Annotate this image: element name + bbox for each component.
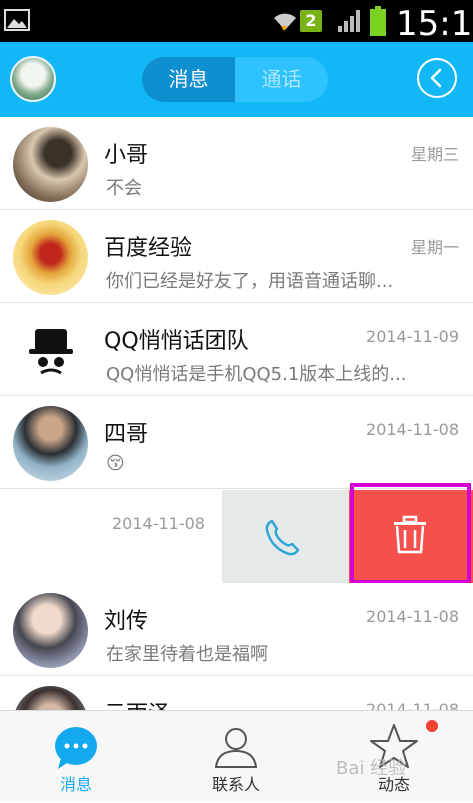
tab-calls[interactable]: 通话 [235,57,328,102]
message-time: 2014-11-08 [366,420,459,439]
notification-dot [426,720,438,732]
list-item[interactable]: 四哥 😚 2014-11-08 [0,396,473,489]
sim-badge: 2 [300,10,322,32]
tab-contacts[interactable]: 联系人 [188,711,284,803]
top-bar: 消息 通话 [0,42,473,117]
avatar [13,127,88,202]
avatar [13,313,88,388]
message-preview: QQ悄悄话是手机QQ5.1版本上线的... [106,364,407,385]
contact-name: 刘传 [104,609,149,634]
list-item[interactable]: QQ悄悄话团队 QQ悄悄话是手机QQ5.1版本上线的... 2014-11-09 [0,303,473,396]
tab-messages-bottom[interactable]: 消息 [28,711,124,803]
list-item[interactable]: 刘传 在家里待着也是福啊 2014-11-08 [0,583,473,676]
message-time: 2014-11-08 [112,514,205,533]
list-item[interactable]: 小哥 不会 星期三 [0,117,473,210]
message-preview: 在家里待着也是福啊 [106,644,268,665]
signal-icon [338,10,360,32]
call-button[interactable] [222,490,349,583]
contact-name: 四哥 [104,422,149,447]
message-time: 星期一 [410,238,459,257]
picture-notification-icon [4,9,30,31]
status-bar: 2 15:10 [0,0,473,44]
contact-name: QQ悄悄话团队 [104,329,249,354]
avatar [13,593,88,668]
watermark: Bai 经验 [336,758,407,779]
contact-name: 小哥 [104,143,149,168]
avatar[interactable] [10,56,56,102]
back-button[interactable] [417,58,457,98]
avatar [13,406,88,481]
message-preview: 你们已经是好友了，用语音通话聊... [106,271,394,292]
clock: 15:10 [396,4,473,44]
phone-icon [265,519,300,556]
tab-messages[interactable]: 消息 [142,57,235,102]
message-time: 2014-11-09 [366,327,459,346]
message-preview: 😚 [106,453,125,474]
wifi-icon [274,13,296,31]
message-time: 2014-11-08 [366,607,459,626]
message-time: 星期三 [410,145,459,164]
contact-icon [214,728,258,768]
contact-name: 百度经验 [104,236,193,261]
message-preview: 不会 [106,178,142,199]
list-item[interactable]: 百度经验 你们已经是好友了，用语音通话聊... 星期一 [0,210,473,303]
segment-control: 消息 通话 [142,57,328,102]
tab-label: 联系人 [211,775,260,794]
chevron-left-icon [430,68,442,88]
tab-label: 消息 [59,775,92,794]
battery-icon [370,6,386,36]
chat-bubble-icon [55,727,97,769]
incognito-icon [29,329,73,375]
highlight-box [350,483,471,584]
avatar [13,220,88,295]
